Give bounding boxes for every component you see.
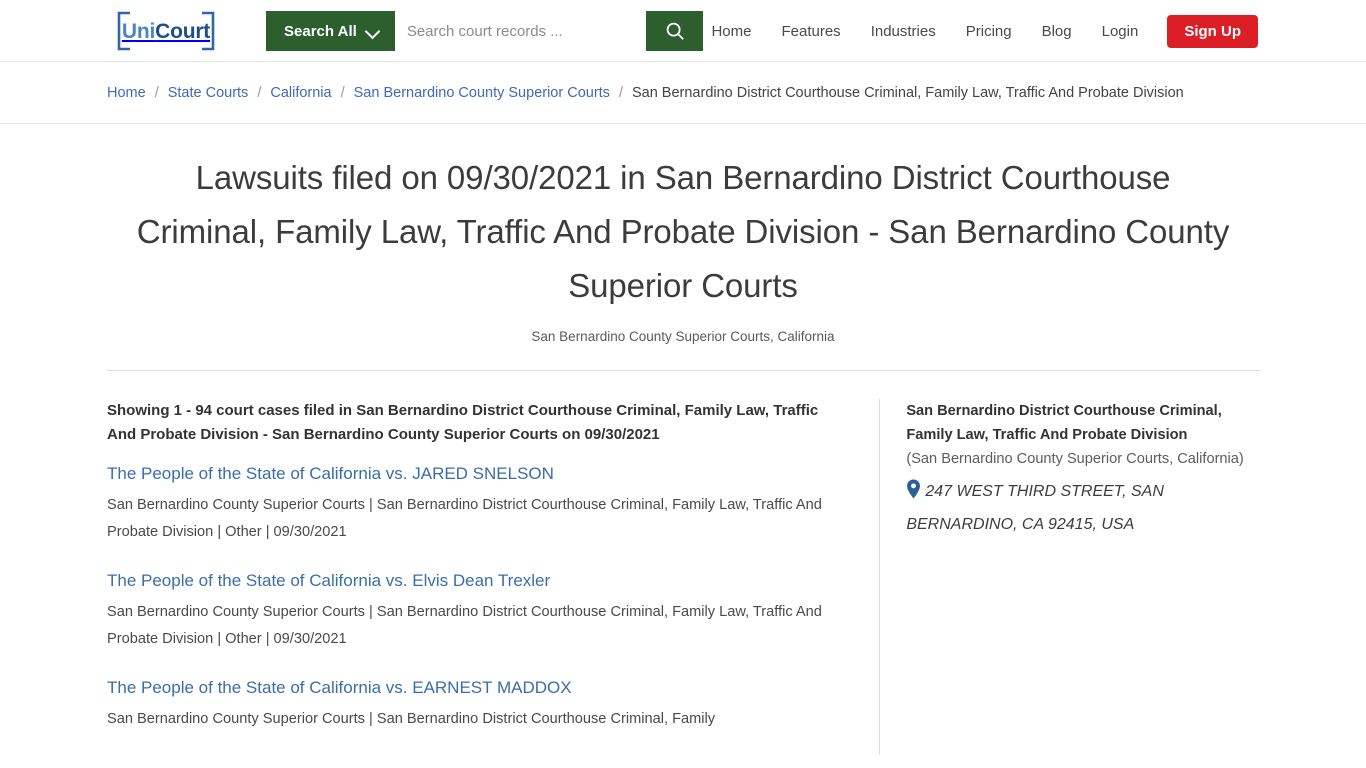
sidebar-court-name: San Bernardino District Courthouse Crimi…: [906, 403, 1222, 443]
logo-text: UniCourt: [122, 21, 210, 42]
sign-up-button[interactable]: Sign Up: [1167, 14, 1258, 48]
case-meta: San Bernardino County Superior Courts | …: [107, 711, 716, 727]
logo-text-court: Court: [155, 19, 211, 43]
breadcrumb-item-county-courts[interactable]: San Bernardino County Superior Courts: [354, 85, 610, 101]
content-area: Showing 1 - 94 court cases filed in San …: [0, 399, 1366, 755]
nav-item-features[interactable]: Features: [766, 23, 855, 40]
map-pin-icon: [906, 479, 921, 510]
case-title-link[interactable]: The People of the State of California vs…: [107, 675, 849, 701]
breadcrumb-bar: Home / State Courts / California / San B…: [0, 62, 1366, 124]
search-icon: [666, 22, 684, 40]
case-meta: San Bernardino County Superior Courts | …: [107, 604, 822, 647]
breadcrumb-separator: /: [618, 84, 623, 101]
header-divider: [106, 370, 1260, 371]
logo-text-uni: Uni: [121, 19, 156, 43]
nav-item-home[interactable]: Home: [696, 23, 766, 40]
nav-item-pricing[interactable]: Pricing: [951, 23, 1027, 40]
search-submit-button[interactable]: [646, 11, 703, 51]
breadcrumb-separator: /: [154, 84, 159, 101]
case-meta: San Bernardino County Superior Courts | …: [107, 497, 822, 540]
list-item: The People of the State of California vs…: [107, 568, 849, 653]
list-item: The People of the State of California vs…: [107, 675, 849, 733]
main-navigation: Home Features Industries Pricing Blog Lo…: [696, 0, 1258, 62]
case-title-link[interactable]: The People of the State of California vs…: [107, 568, 849, 594]
breadcrumb-separator: /: [340, 84, 345, 101]
list-item: The People of the State of California vs…: [107, 461, 849, 546]
search-bar: Search All: [266, 11, 703, 51]
nav-item-industries[interactable]: Industries: [856, 23, 951, 40]
breadcrumb-item-state-courts[interactable]: State Courts: [168, 85, 249, 101]
page-title: Lawsuits filed on 09/30/2021 in San Bern…: [136, 159, 1230, 304]
site-header: UniCourt Search All Home Features Indust…: [0, 0, 1366, 62]
results-column: Showing 1 - 94 court cases filed in San …: [107, 399, 879, 755]
nav-item-blog[interactable]: Blog: [1027, 23, 1087, 40]
breadcrumb-separator: /: [257, 84, 262, 101]
page-header: Lawsuits filed on 09/30/2021 in San Bern…: [0, 124, 1366, 344]
sidebar-address-text: 247 WEST THIRD STREET, SAN BERNARDINO, C…: [906, 483, 1164, 533]
results-summary: Showing 1 - 94 court cases filed in San …: [107, 402, 819, 443]
chevron-down-icon: [366, 25, 379, 38]
search-scope-label: Search All: [284, 22, 357, 40]
breadcrumb-item-california[interactable]: California: [270, 85, 331, 101]
breadcrumb: Home / State Courts / California / San B…: [107, 85, 1184, 101]
search-scope-dropdown[interactable]: Search All: [266, 11, 395, 51]
case-title-link[interactable]: The People of the State of California vs…: [107, 461, 849, 487]
sidebar-court-parent: (San Bernardino County Superior Courts, …: [906, 451, 1244, 467]
page-subtitle: San Bernardino County Superior Courts, C…: [531, 329, 835, 344]
sidebar-address: 247 WEST THIRD STREET, SAN BERNARDINO, C…: [906, 477, 1259, 540]
unicourt-logo[interactable]: UniCourt: [116, 11, 216, 51]
breadcrumb-item-current: San Bernardino District Courthouse Crimi…: [631, 84, 1184, 101]
breadcrumb-item-home[interactable]: Home: [107, 85, 146, 101]
court-info-sidebar: San Bernardino District Courthouse Crimi…: [879, 399, 1259, 755]
nav-item-login[interactable]: Login: [1087, 23, 1154, 40]
search-input[interactable]: [394, 11, 646, 51]
